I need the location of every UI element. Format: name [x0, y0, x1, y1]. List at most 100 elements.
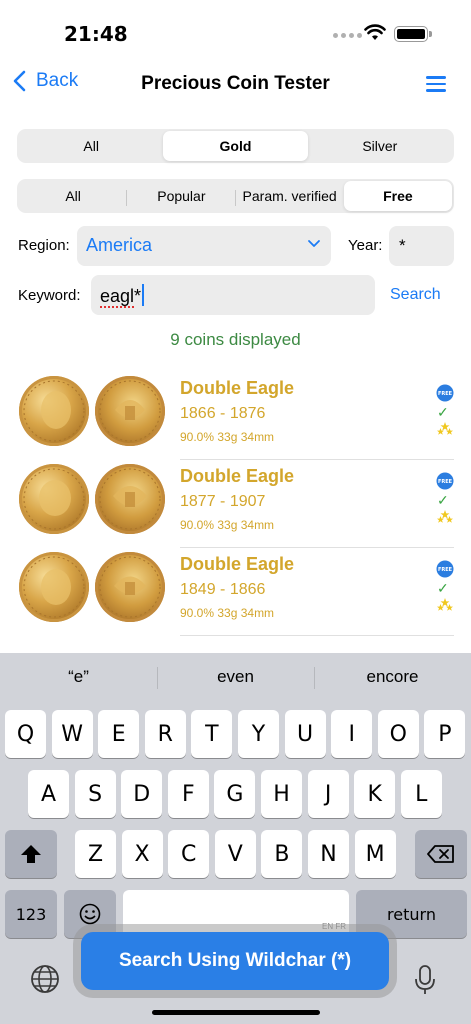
key-x[interactable]: X [121, 830, 163, 878]
key-t[interactable]: T [191, 710, 233, 758]
shift-icon [21, 845, 41, 863]
key-i[interactable]: I [331, 710, 373, 758]
coin-reverse-image [95, 376, 165, 446]
coin-years: 1877 - 1907 [180, 493, 266, 510]
svg-text:FREE: FREE [438, 391, 453, 397]
svg-text:FREE: FREE [438, 567, 453, 573]
coin-obverse-image [19, 552, 89, 622]
key-f[interactable]: F [167, 770, 209, 818]
verified-check-icon: ✓ [437, 492, 449, 508]
status-time: 21:48 [64, 22, 128, 46]
key-e[interactable]: E [98, 710, 140, 758]
key-c[interactable]: C [168, 830, 210, 878]
free-badge-icon: FREE [436, 384, 454, 402]
text-caret [142, 284, 145, 306]
numbers-key[interactable]: 123 [5, 890, 57, 938]
microphone-icon[interactable] [414, 964, 436, 996]
page-title: Precious Coin Tester [141, 73, 330, 94]
nav-bar: Back Precious Coin Tester [0, 60, 471, 108]
segment-silver[interactable]: Silver [308, 131, 452, 161]
key-d[interactable]: D [121, 770, 163, 818]
coin-reverse-image [95, 464, 165, 534]
metal-segmented-control: All Gold Silver [17, 129, 454, 163]
coin-spec: 90.0% 33g 34mm [180, 518, 275, 532]
key-v[interactable]: V [214, 830, 256, 878]
list-item[interactable]: Double Eagle 1866 - 1876 90.0% 33g 34mm … [0, 372, 471, 460]
search-wildchar-button[interactable]: Search Using Wildchar (*) [81, 932, 389, 990]
keyword-wildcard: * [134, 286, 142, 306]
space-key[interactable] [123, 890, 349, 938]
stars-icon [437, 598, 453, 611]
backspace-icon [427, 845, 454, 863]
coin-years: 1849 - 1866 [180, 581, 266, 598]
key-q[interactable]: Q [5, 710, 46, 758]
globe-icon[interactable] [30, 964, 60, 994]
return-key[interactable]: return [356, 890, 467, 938]
wifi-icon [364, 24, 386, 40]
list-item[interactable]: Double Eagle 1877 - 1907 90.0% 33g 34mm … [0, 460, 471, 548]
key-r[interactable]: R [144, 710, 186, 758]
segment-gold[interactable]: Gold [163, 131, 308, 161]
delete-key[interactable] [415, 830, 467, 878]
year-label: Year: [348, 237, 383, 254]
filter-popular[interactable]: Popular [127, 181, 236, 211]
key-j[interactable]: J [307, 770, 349, 818]
key-w[interactable]: W [51, 710, 93, 758]
key-o[interactable]: O [377, 710, 419, 758]
year-input[interactable]: * [389, 226, 454, 266]
suggestion-bar: “e” even encore [0, 653, 471, 701]
key-p[interactable]: P [424, 710, 466, 758]
coin-count: 9 coins displayed [170, 330, 301, 349]
key-g[interactable]: G [214, 770, 256, 818]
coin-name: Double Eagle [180, 554, 295, 574]
shift-key[interactable] [5, 830, 57, 878]
region-dropdown[interactable]: America [77, 226, 331, 266]
key-b[interactable]: B [261, 830, 303, 878]
coin-obverse-image [19, 464, 89, 534]
free-badge-icon: FREE [436, 560, 454, 578]
free-badge-icon: FREE [436, 472, 454, 490]
key-k[interactable]: K [354, 770, 396, 818]
suggestion-item[interactable]: encore [314, 653, 471, 701]
key-n[interactable]: N [308, 830, 349, 878]
status-bar: 21:48 [0, 0, 471, 56]
key-l[interactable]: L [400, 770, 442, 818]
coin-spec: 90.0% 33g 34mm [180, 606, 275, 620]
key-h[interactable]: H [261, 770, 302, 818]
emoji-key[interactable] [64, 890, 116, 938]
emoji-icon [79, 903, 101, 925]
coin-name: Double Eagle [180, 466, 295, 486]
row-divider [180, 635, 454, 636]
list-item[interactable]: Double Eagle 1849 - 1866 90.0% 33g 34mm … [0, 548, 471, 636]
coin-spec: 90.0% 33g 34mm [180, 430, 275, 444]
segment-all[interactable]: All [19, 131, 163, 161]
stars-icon [437, 510, 453, 523]
keyword-input[interactable]: eagl* [91, 275, 375, 315]
hamburger-menu-icon[interactable] [426, 76, 446, 92]
key-m[interactable]: M [354, 830, 396, 878]
key-z[interactable]: Z [75, 830, 116, 878]
key-y[interactable]: Y [238, 710, 279, 758]
signal-icon [333, 33, 362, 38]
coin-name: Double Eagle [180, 378, 295, 398]
suggestion-item[interactable]: even [157, 653, 314, 701]
key-a[interactable]: A [28, 770, 69, 818]
filter-segmented-control: All Popular Param. verified Free [17, 179, 454, 213]
verified-check-icon: ✓ [437, 404, 449, 420]
coin-reverse-image [95, 552, 165, 622]
coin-years: 1866 - 1876 [180, 405, 266, 422]
filter-param-verified[interactable]: Param. verified [236, 181, 344, 211]
key-u[interactable]: U [284, 710, 326, 758]
coin-list: Double Eagle 1866 - 1876 90.0% 33g 34mm … [0, 372, 471, 654]
verified-check-icon: ✓ [437, 580, 449, 596]
key-s[interactable]: S [74, 770, 116, 818]
filter-all[interactable]: All [19, 181, 128, 211]
battery-icon [394, 26, 432, 42]
stars-icon [437, 422, 453, 435]
coin-obverse-image [19, 376, 89, 446]
keyword-typed-text: eagl [100, 286, 135, 308]
suggestion-item[interactable]: “e” [0, 653, 157, 701]
search-button[interactable]: Search [390, 286, 441, 304]
region-value: America [86, 235, 153, 255]
filter-free[interactable]: Free [343, 181, 452, 211]
